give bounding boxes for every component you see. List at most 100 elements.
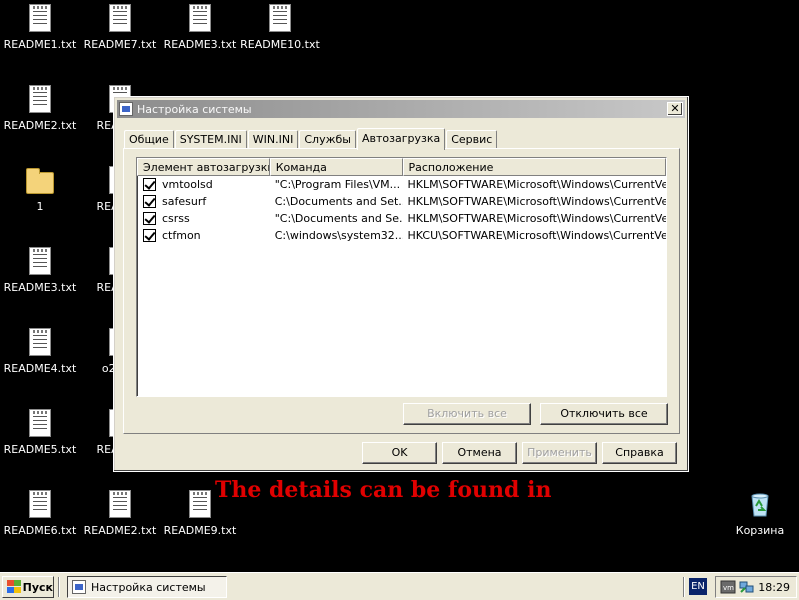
startup-item-name: vmtoolsd (162, 178, 213, 191)
text-file-icon (29, 490, 51, 518)
desktop-icon-label: README4.txt (3, 362, 77, 375)
desktop-icon-recycle-bin[interactable]: Корзина (720, 488, 799, 537)
desktop-icon-readme1[interactable]: README1.txt (0, 4, 80, 51)
text-file-icon (29, 4, 51, 32)
enable-all-button[interactable]: Включить все (403, 403, 531, 425)
desktop-icon-label: README1.txt (3, 38, 77, 51)
cell-item: safesurf (137, 195, 270, 208)
taskbar-item-system-config[interactable]: Настройка системы (67, 576, 227, 598)
startup-tab-panel: Элемент автозагрузки Команда Расположени… (123, 148, 680, 434)
desktop-icon-label: README3.txt (163, 38, 237, 51)
startup-item-name: csrss (162, 212, 190, 225)
disable-all-button[interactable]: Отключить все (540, 403, 668, 425)
desktop-icon-label: Корзина (735, 524, 785, 537)
cell-command: "C:\Program Files\VM... (274, 178, 401, 191)
cell-location: HKLM\SOFTWARE\Microsoft\Windows\CurrentV… (407, 212, 667, 225)
system-config-dialog: Настройка системы ✕ Общие SYSTEM.INI WIN… (113, 96, 689, 472)
desktop-icon-label: README2.txt (83, 524, 157, 537)
cell-command: C:\windows\system32... (274, 229, 403, 242)
taskbar-separator (683, 577, 685, 597)
cell-location: HKCU\SOFTWARE\Microsoft\Windows\CurrentV… (407, 229, 667, 242)
desktop-icon-label: README10.txt (240, 38, 320, 51)
desktop-icon-label: README5.txt (3, 443, 77, 456)
cancel-button[interactable]: Отмена (442, 442, 517, 464)
tab-tools[interactable]: Сервис (446, 130, 498, 149)
column-header-location[interactable]: Расположение (402, 158, 666, 176)
desktop-icon-readme3[interactable]: README3.txt (160, 4, 240, 51)
tab-system-ini[interactable]: SYSTEM.INI (174, 130, 247, 149)
desktop-icon-readme2-b[interactable]: README2.txt (80, 490, 160, 537)
apply-button[interactable]: Применить (522, 442, 597, 464)
tab-strip: Общие SYSTEM.INI WIN.INI Службы Автозагр… (124, 127, 498, 150)
desktop-icon-readme6[interactable]: README6.txt (0, 490, 80, 537)
text-file-icon (29, 247, 51, 275)
text-file-icon (29, 85, 51, 113)
ok-button[interactable]: OK (362, 442, 437, 464)
desktop-icon-label: README6.txt (3, 524, 77, 537)
msconfig-icon (72, 580, 86, 594)
desktop-icon-readme7[interactable]: README7.txt (80, 4, 160, 51)
desktop-icon-label: README2.txt (3, 119, 77, 132)
text-file-icon (109, 4, 131, 32)
cell-command: C:\Documents and Set... (274, 195, 403, 208)
desktop-icon-readme3-b[interactable]: README3.txt (0, 247, 80, 294)
dialog-titlebar[interactable]: Настройка системы ✕ (117, 100, 685, 118)
desktop-icon-label: 1 (36, 200, 44, 213)
column-header-command[interactable]: Команда (269, 158, 403, 176)
desktop-icon-readme10[interactable]: README10.txt (240, 4, 320, 51)
start-button[interactable]: Пуск (2, 576, 54, 598)
text-file-icon (189, 490, 211, 518)
folder-icon (26, 168, 54, 194)
cell-command: "C:\Documents and Se... (274, 212, 403, 225)
startup-checkbox[interactable] (143, 195, 156, 208)
text-file-icon (29, 409, 51, 437)
startup-list[interactable]: Элемент автозагрузки Команда Расположени… (136, 157, 667, 397)
help-button[interactable]: Справка (602, 442, 677, 464)
recycle-bin-icon (751, 493, 769, 517)
startup-checkbox[interactable] (143, 229, 156, 242)
table-row[interactable]: ctfmon C:\windows\system32... HKCU\SOFTW… (137, 227, 666, 244)
table-row[interactable]: vmtoolsd "C:\Program Files\VM... HKLM\SO… (137, 176, 666, 193)
network-connection-icon[interactable] (739, 580, 755, 594)
cell-item: ctfmon (137, 229, 270, 242)
system-tray: vm 18:29 (715, 576, 797, 598)
tab-general[interactable]: Общие (124, 130, 174, 149)
taskbar: Пуск Настройка системы EN vm 18:29 (0, 572, 799, 600)
tab-startup[interactable]: Автозагрузка (356, 128, 446, 150)
taskbar-separator (58, 577, 60, 597)
taskbar-item-label: Настройка системы (91, 580, 206, 594)
desktop-icon-readme2[interactable]: README2.txt (0, 85, 80, 132)
startup-item-name: ctfmon (162, 229, 201, 242)
text-file-icon (189, 4, 211, 32)
table-row[interactable]: safesurf C:\Documents and Set... HKLM\SO… (137, 193, 666, 210)
tab-services[interactable]: Службы (299, 130, 356, 149)
desktop-icon-folder-1[interactable]: 1 (0, 166, 80, 213)
cell-location: HKLM\SOFTWARE\Microsoft\Windows\CurrentV… (407, 195, 667, 208)
cell-location: HKLM\SOFTWARE\Microsoft\Windows\CurrentV… (407, 178, 667, 191)
vmware-tools-icon[interactable]: vm (720, 580, 736, 594)
cell-item: vmtoolsd (137, 178, 270, 191)
desktop-icon-readme5[interactable]: README5.txt (0, 409, 80, 456)
ransom-message-text: The details can be found in (215, 477, 552, 503)
cell-item: csrss (137, 212, 270, 225)
startup-item-name: safesurf (162, 195, 207, 208)
startup-checkbox[interactable] (143, 178, 156, 191)
text-file-icon (269, 4, 291, 32)
startup-checkbox[interactable] (143, 212, 156, 225)
start-label: Пуск (22, 580, 53, 594)
text-file-icon (109, 490, 131, 518)
close-button[interactable]: ✕ (667, 102, 683, 116)
tab-win-ini[interactable]: WIN.INI (247, 130, 299, 149)
list-header: Элемент автозагрузки Команда Расположени… (137, 158, 666, 176)
clock[interactable]: 18:29 (758, 581, 790, 594)
windows-logo-icon (6, 580, 21, 594)
svg-text:vm: vm (723, 584, 734, 592)
language-indicator[interactable]: EN (689, 578, 707, 595)
desktop-icon-readme4[interactable]: README4.txt (0, 328, 80, 375)
table-row[interactable]: csrss "C:\Documents and Se... HKLM\SOFTW… (137, 210, 666, 227)
desktop-icon-label: README7.txt (83, 38, 157, 51)
text-file-icon (29, 328, 51, 356)
desktop-icon-label: README9.txt (163, 524, 237, 537)
column-header-startup-item[interactable]: Элемент автозагрузки (137, 158, 270, 176)
desktop-icon-label: README3.txt (3, 281, 77, 294)
